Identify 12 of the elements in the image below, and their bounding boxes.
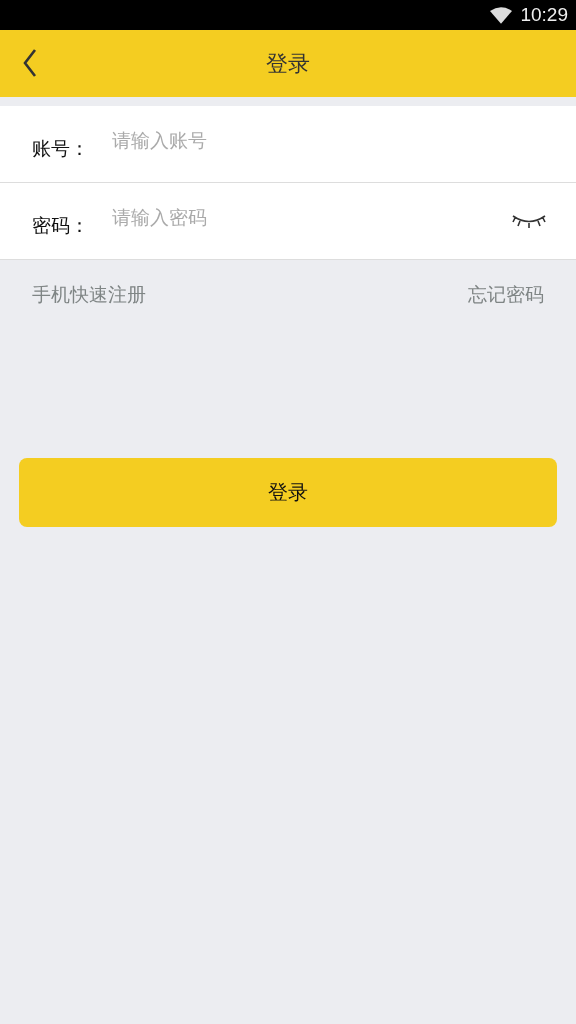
page-title: 登录 — [266, 49, 310, 78]
eye-closed-icon[interactable] — [512, 213, 546, 229]
input-field[interactable]: 请输入账号 — [110, 119, 544, 161]
field-label: 密码： — [32, 213, 90, 238]
login-button[interactable]: 登录 — [19, 458, 557, 527]
back-button[interactable] — [22, 48, 38, 78]
forgot-password-link[interactable]: 忘记密码 — [468, 282, 544, 308]
field-label: 账号： — [32, 136, 90, 161]
register-link[interactable]: 手机快速注册 — [32, 282, 146, 308]
input-field[interactable]: 请输入密码 — [110, 196, 512, 238]
wifi-icon — [490, 6, 513, 24]
clock-time: 10:29 — [520, 4, 568, 26]
